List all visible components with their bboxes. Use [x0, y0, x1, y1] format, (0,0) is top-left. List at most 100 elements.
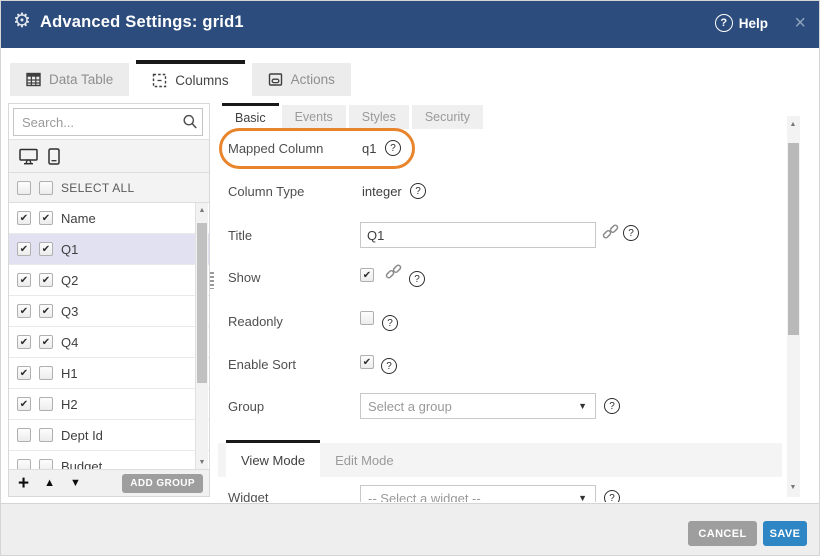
- add-column-button[interactable]: +: [18, 474, 29, 493]
- sidebar-scrollbar[interactable]: ▲ ▼: [195, 203, 208, 471]
- column-type-label: Column Type: [228, 184, 304, 199]
- tab-label: Actions: [291, 72, 335, 87]
- help-circle-icon: ?: [715, 14, 733, 32]
- mobile-checkbox[interactable]: ✔: [39, 211, 53, 225]
- widget-select-value: -- Select a widget --: [368, 491, 481, 503]
- data-table-icon: [26, 72, 41, 87]
- scroll-down-icon[interactable]: ▼: [196, 458, 208, 468]
- move-down-button[interactable]: ▼: [70, 477, 81, 489]
- title-help-icon[interactable]: ?: [623, 225, 639, 241]
- sidebar-toolbar: + ▲ ▼ ADD GROUP: [9, 469, 209, 496]
- tab-label: Columns: [175, 73, 228, 88]
- group-help-icon[interactable]: ?: [604, 398, 620, 414]
- tab-columns[interactable]: Columns: [136, 60, 244, 96]
- tab-data-table[interactable]: Data Table: [10, 63, 129, 96]
- dialog-header: ⚙ Advanced Settings: grid1 ? Help ×: [0, 0, 820, 48]
- show-checkbox[interactable]: ✔: [360, 268, 374, 282]
- save-button[interactable]: SAVE: [763, 521, 807, 546]
- list-item[interactable]: ✔H1: [9, 358, 209, 389]
- mobile-checkbox[interactable]: [39, 397, 53, 411]
- tab-events[interactable]: Events: [282, 105, 346, 129]
- title-label: Title: [228, 228, 252, 243]
- desktop-checkbox[interactable]: ✔: [17, 366, 31, 380]
- readonly-help-icon[interactable]: ?: [382, 315, 398, 331]
- readonly-label: Readonly: [228, 314, 283, 329]
- column-label: H2: [61, 397, 78, 412]
- help-button[interactable]: ? Help: [715, 14, 768, 32]
- scrollbar-thumb[interactable]: [788, 143, 799, 335]
- scroll-up-icon[interactable]: ▲: [787, 120, 799, 130]
- column-list: ✔✔Name✔✔Q1✔✔Q2✔✔Q3✔✔Q4✔H1✔H2Dept IdBudge…: [9, 203, 209, 471]
- tab-view-mode[interactable]: View Mode: [226, 440, 320, 477]
- list-item[interactable]: Dept Id: [9, 420, 209, 451]
- scroll-down-icon[interactable]: ▼: [787, 483, 799, 493]
- columns-sidebar: SELECT ALL ✔✔Name✔✔Q1✔✔Q2✔✔Q3✔✔Q4✔H1✔H2D…: [8, 103, 210, 497]
- panel-resize-handle[interactable]: [210, 272, 214, 289]
- mode-tab-bar: View Mode Edit Mode: [226, 440, 409, 477]
- list-item[interactable]: ✔ ✔ Q4: [9, 327, 209, 358]
- dialog-footer: CANCEL SAVE: [0, 503, 820, 556]
- search-input[interactable]: [13, 108, 203, 136]
- mobile-checkbox[interactable]: ✔: [39, 304, 53, 318]
- readonly-checkbox[interactable]: [360, 311, 374, 325]
- tab-security[interactable]: Security: [412, 105, 483, 129]
- mobile-checkbox[interactable]: [39, 366, 53, 380]
- enable-sort-help-icon[interactable]: ?: [381, 358, 397, 374]
- widget-select[interactable]: -- Select a widget -- ▼: [360, 485, 596, 502]
- desktop-checkbox[interactable]: ✔: [17, 211, 31, 225]
- tab-styles[interactable]: Styles: [349, 105, 409, 129]
- select-all-desktop-checkbox[interactable]: [17, 181, 31, 195]
- tab-edit-mode[interactable]: Edit Mode: [320, 443, 409, 477]
- mapped-column-label: Mapped Column: [228, 141, 323, 156]
- scrollbar-thumb[interactable]: [197, 223, 207, 383]
- mobile-checkbox[interactable]: ✔: [39, 242, 53, 256]
- list-item[interactable]: ✔ ✔ Q2: [9, 265, 209, 296]
- select-all-row[interactable]: SELECT ALL: [9, 173, 209, 203]
- mobile-checkbox[interactable]: ✔: [39, 335, 53, 349]
- mobile-checkbox[interactable]: [39, 428, 53, 442]
- desktop-checkbox[interactable]: ✔: [17, 397, 31, 411]
- device-visibility-row: [9, 139, 209, 173]
- actions-icon: [268, 72, 283, 87]
- desktop-checkbox[interactable]: ✔: [17, 304, 31, 318]
- move-up-button[interactable]: ▲: [44, 477, 55, 489]
- show-help-icon[interactable]: ?: [409, 271, 425, 287]
- enable-sort-label: Enable Sort: [228, 357, 296, 372]
- chevron-down-icon: ▼: [578, 493, 587, 502]
- select-all-mobile-checkbox[interactable]: [39, 181, 53, 195]
- desktop-checkbox[interactable]: ✔: [17, 242, 31, 256]
- list-item[interactable]: ✔ H2: [9, 389, 209, 420]
- tab-basic[interactable]: Basic: [222, 103, 279, 129]
- title-input[interactable]: [360, 222, 596, 248]
- show-link-icon[interactable]: [385, 263, 402, 280]
- mobile-icon[interactable]: [48, 148, 60, 165]
- mobile-checkbox[interactable]: ✔: [39, 273, 53, 287]
- scroll-up-icon[interactable]: ▲: [196, 206, 208, 216]
- gear-icon: ⚙: [13, 11, 31, 31]
- cancel-button[interactable]: CANCEL: [688, 521, 757, 546]
- show-label: Show: [228, 270, 261, 285]
- column-label: Q4: [61, 335, 78, 350]
- mapped-column-help-icon[interactable]: ?: [385, 140, 401, 156]
- column-type-help-icon[interactable]: ?: [410, 183, 426, 199]
- enable-sort-checkbox[interactable]: ✔: [360, 355, 374, 369]
- list-item[interactable]: Budget: [9, 451, 209, 471]
- desktop-checkbox[interactable]: ✔: [17, 273, 31, 287]
- column-label: Name: [61, 211, 96, 226]
- widget-help-icon[interactable]: ?: [604, 490, 620, 502]
- list-item[interactable]: ✔✔Q1: [9, 234, 209, 265]
- desktop-checkbox[interactable]: ✔: [17, 335, 31, 349]
- main-tab-bar: Data Table Columns Actions: [10, 60, 351, 96]
- panel-scrollbar[interactable]: ▲ ▼: [787, 116, 800, 497]
- list-item[interactable]: ✔ ✔ Name: [9, 203, 209, 234]
- help-label: Help: [739, 16, 768, 31]
- title-link-icon[interactable]: [602, 223, 619, 240]
- group-select[interactable]: Select a group ▼: [360, 393, 596, 419]
- list-item[interactable]: ✔✔Q3: [9, 296, 209, 327]
- desktop-icon[interactable]: [19, 148, 38, 165]
- desktop-checkbox[interactable]: [17, 428, 31, 442]
- column-label: Q2: [61, 273, 78, 288]
- add-group-button[interactable]: ADD GROUP: [122, 474, 203, 493]
- tab-actions[interactable]: Actions: [252, 63, 351, 96]
- close-icon[interactable]: ×: [794, 9, 806, 37]
